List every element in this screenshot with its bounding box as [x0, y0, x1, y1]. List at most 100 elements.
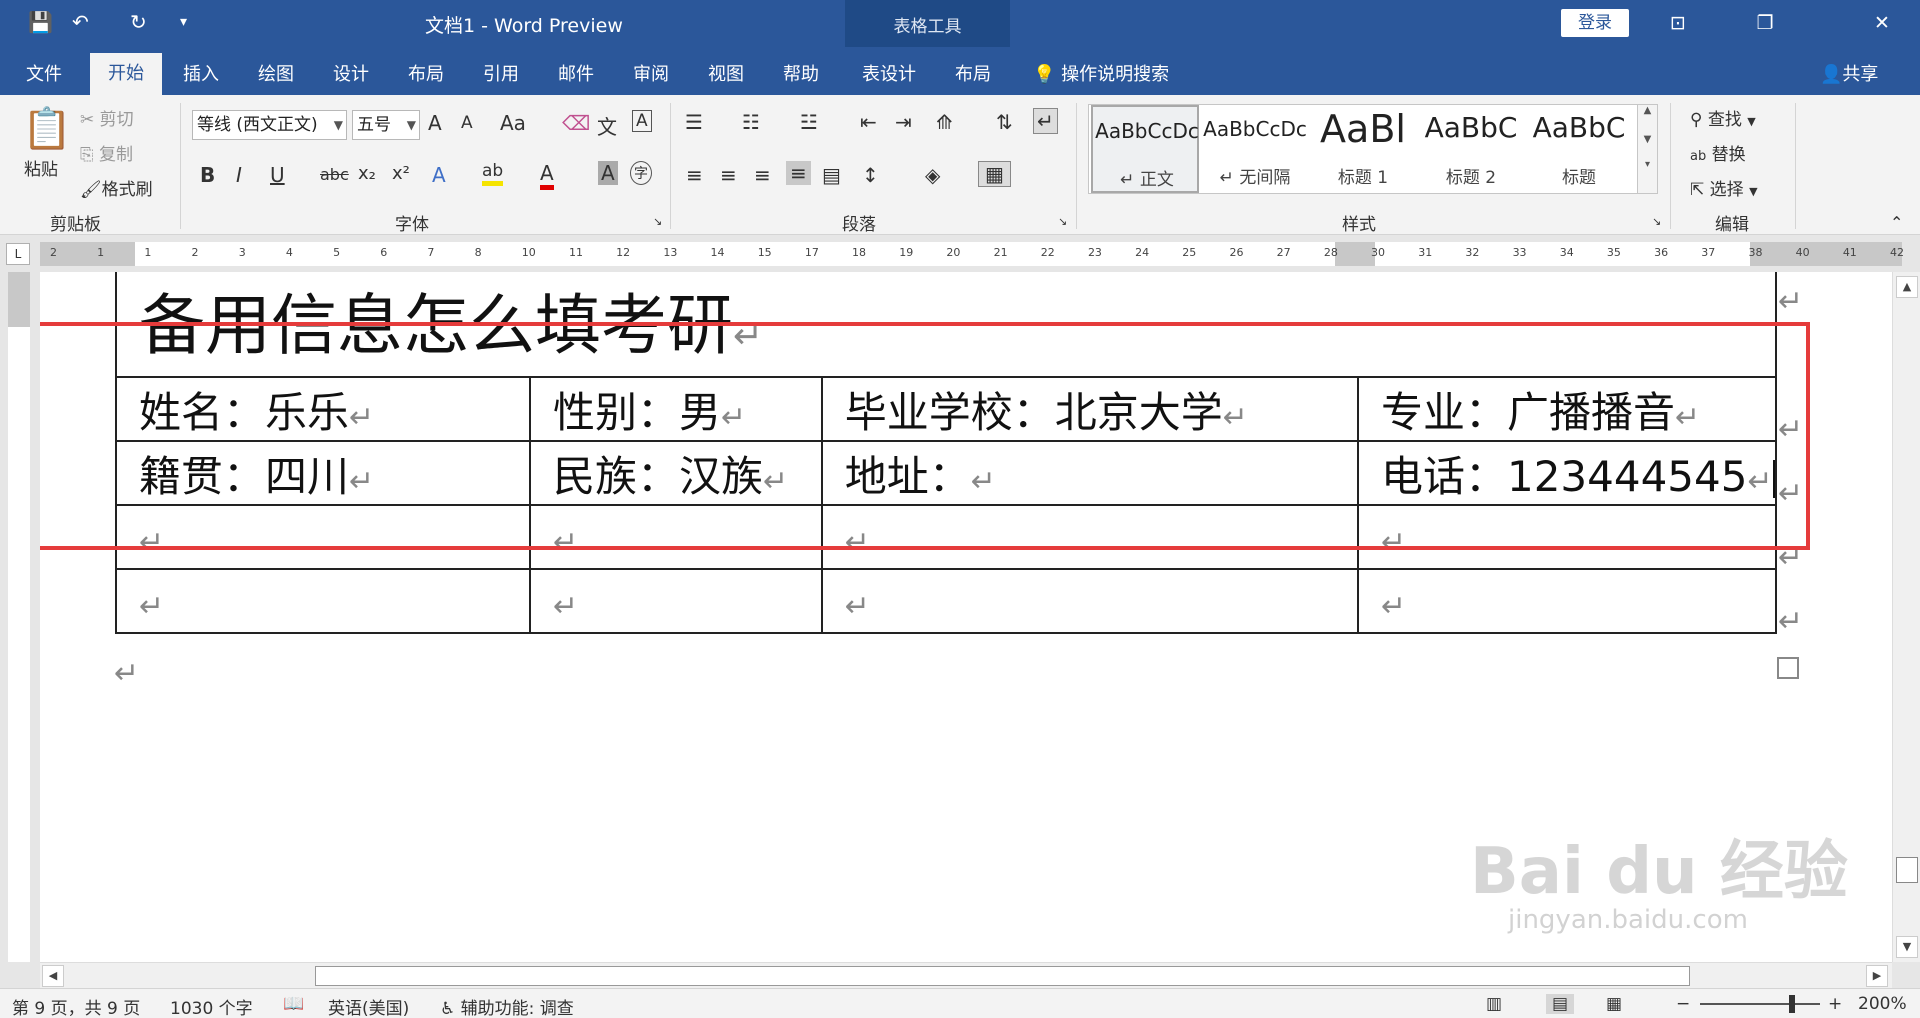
style-title[interactable]: AaBbC 标题: [1525, 105, 1633, 193]
align-center-icon[interactable]: ≡: [720, 163, 737, 187]
copy-button[interactable]: ⎘ 复制: [80, 140, 133, 165]
paragraph-dialog-launcher-icon[interactable]: ↘: [1058, 215, 1067, 228]
style-heading-1[interactable]: AaBl 标题 1: [1309, 105, 1417, 193]
table-cell[interactable]: ↵: [528, 568, 823, 634]
zoom-slider-knob[interactable]: [1789, 995, 1796, 1013]
more-styles-icon[interactable]: ▾: [1638, 159, 1657, 170]
horizontal-ruler[interactable]: L 2 1 1 2 3 4 5 6 7 8 10 11 12 13 14 15 17 18 19 20 21 22 23 24…: [0, 235, 1920, 272]
accessibility-checker[interactable]: ♿ 辅助功能: 调查: [440, 994, 574, 1018]
cut-button[interactable]: ✂ 剪切: [80, 105, 134, 130]
font-size-combo[interactable]: 五号 ▼: [352, 110, 420, 140]
save-icon[interactable]: 💾: [28, 10, 53, 34]
align-right-icon[interactable]: ≡: [754, 163, 771, 187]
decrease-indent-icon[interactable]: ⇤: [860, 110, 877, 134]
scroll-up-icon[interactable]: ▲: [1896, 276, 1918, 298]
borders-icon[interactable]: ▦: [978, 161, 1011, 187]
login-button[interactable]: 登录: [1561, 9, 1629, 37]
collapse-ribbon-icon[interactable]: ⌃: [1890, 213, 1903, 232]
styles-dialog-launcher-icon[interactable]: ↘: [1652, 215, 1661, 228]
zoom-out-icon[interactable]: −: [1676, 994, 1690, 1014]
justify-icon[interactable]: ≡: [786, 161, 811, 185]
strikethrough-icon[interactable]: abc: [320, 165, 349, 184]
tab-selector[interactable]: L: [6, 243, 30, 265]
distributed-icon[interactable]: ▤: [822, 163, 841, 187]
style-heading-2[interactable]: AaBbC 标题 2: [1417, 105, 1525, 193]
tab-insert[interactable]: 插入: [183, 60, 219, 86]
tab-view[interactable]: 视图: [708, 60, 744, 86]
chevron-up-icon[interactable]: ▲: [1638, 105, 1657, 116]
table-cell[interactable]: ↵: [1356, 568, 1778, 634]
zoom-in-icon[interactable]: +: [1828, 994, 1842, 1014]
chevron-down-icon[interactable]: ▼: [1638, 134, 1657, 145]
font-name-combo[interactable]: 等线 (西文正文) ▼: [192, 110, 347, 140]
tab-table-layout[interactable]: 布局: [955, 60, 991, 86]
replace-button[interactable]: ab 替换: [1690, 140, 1746, 165]
highlight-icon[interactable]: ab: [482, 161, 504, 186]
print-layout-icon[interactable]: ▤: [1546, 994, 1575, 1014]
web-layout-icon[interactable]: ▦: [1606, 994, 1622, 1014]
undo-icon[interactable]: ↶: [72, 10, 89, 34]
multilevel-list-icon[interactable]: ☳: [800, 110, 818, 134]
scroll-left-icon[interactable]: ◀: [42, 965, 64, 987]
format-painter-button[interactable]: 🖌格式刷: [80, 175, 153, 200]
paste-button[interactable]: 粘贴: [24, 155, 58, 180]
chinese-layout-icon[interactable]: ⟰: [936, 110, 953, 134]
increase-indent-icon[interactable]: ⇥: [895, 110, 912, 134]
page-count[interactable]: 第 9 页，共 9 页: [12, 994, 140, 1018]
tab-review[interactable]: 审阅: [633, 60, 669, 86]
tell-me-search[interactable]: 💡 操作说明搜索: [1033, 60, 1169, 86]
show-hide-marks-icon[interactable]: ↵: [1033, 108, 1058, 134]
proofing-icon[interactable]: 📖: [283, 994, 304, 1014]
bold-icon[interactable]: B: [200, 163, 215, 187]
bullets-icon[interactable]: ☰: [685, 110, 703, 134]
horizontal-scrollbar[interactable]: ◀ ▶: [40, 962, 1892, 988]
shrink-font-icon[interactable]: A: [461, 113, 473, 133]
zoom-slider[interactable]: [1700, 1003, 1820, 1005]
line-spacing-icon[interactable]: ↕: [862, 163, 879, 187]
find-button[interactable]: ⚲ 查找 ▼: [1690, 105, 1756, 130]
font-dialog-launcher-icon[interactable]: ↘: [653, 215, 662, 228]
shading-icon[interactable]: ◈: [925, 163, 940, 187]
subscript-icon[interactable]: x₂: [358, 163, 376, 184]
zoom-level[interactable]: 200%: [1858, 994, 1907, 1014]
tab-design[interactable]: 设计: [333, 60, 369, 86]
style-normal[interactable]: AaBbCcDc ↵ 正文: [1091, 105, 1199, 193]
align-left-icon[interactable]: ≡: [686, 163, 703, 187]
horizontal-scroll-thumb[interactable]: [315, 966, 1690, 986]
customize-quick-access-icon[interactable]: ▾: [180, 14, 187, 30]
vertical-ruler[interactable]: [0, 272, 40, 962]
character-shading-icon[interactable]: A: [598, 161, 618, 185]
grow-font-icon[interactable]: A: [428, 111, 442, 135]
vertical-scrollbar[interactable]: ▲ ▼: [1892, 272, 1920, 962]
style-no-spacing[interactable]: AaBbCcDc ↵ 无间隔: [1201, 105, 1309, 193]
tab-table-design[interactable]: 表设计: [862, 60, 916, 86]
table-resize-handle[interactable]: [1777, 657, 1799, 679]
underline-icon[interactable]: U: [270, 163, 285, 187]
numbering-icon[interactable]: ☷: [742, 110, 760, 134]
table-cell[interactable]: ↵: [820, 568, 1359, 634]
text-effects-icon[interactable]: A: [432, 163, 446, 187]
enclose-characters-icon[interactable]: 字: [630, 161, 652, 185]
styles-gallery-scroll[interactable]: ▲ ▼ ▾: [1637, 105, 1657, 193]
table-cell[interactable]: ↵: [115, 568, 531, 634]
tab-help[interactable]: 帮助: [783, 60, 819, 86]
phonetic-guide-icon[interactable]: 文: [597, 111, 617, 140]
tab-layout[interactable]: 布局: [408, 60, 444, 86]
restore-window-icon[interactable]: ❐: [1745, 8, 1785, 38]
close-window-icon[interactable]: ✕: [1862, 8, 1902, 38]
tab-draw[interactable]: 绘图: [258, 60, 294, 86]
read-mode-icon[interactable]: ▥: [1486, 994, 1502, 1014]
character-border-icon[interactable]: A: [632, 110, 652, 132]
superscript-icon[interactable]: x²: [392, 163, 410, 184]
clear-formatting-icon[interactable]: ⌫: [562, 111, 590, 135]
share-button[interactable]: 👤共享: [1820, 60, 1878, 86]
ribbon-display-options-icon[interactable]: ⊡: [1658, 8, 1698, 38]
scroll-right-icon[interactable]: ▶: [1866, 965, 1888, 987]
font-color-icon[interactable]: A: [540, 161, 554, 190]
vertical-scroll-thumb[interactable]: [1896, 857, 1918, 883]
redo-icon[interactable]: ↻: [130, 10, 147, 34]
tab-references[interactable]: 引用: [483, 60, 519, 86]
italic-icon[interactable]: I: [236, 163, 242, 187]
paste-icon[interactable]: 📋: [22, 105, 72, 152]
scroll-down-icon[interactable]: ▼: [1896, 936, 1918, 958]
